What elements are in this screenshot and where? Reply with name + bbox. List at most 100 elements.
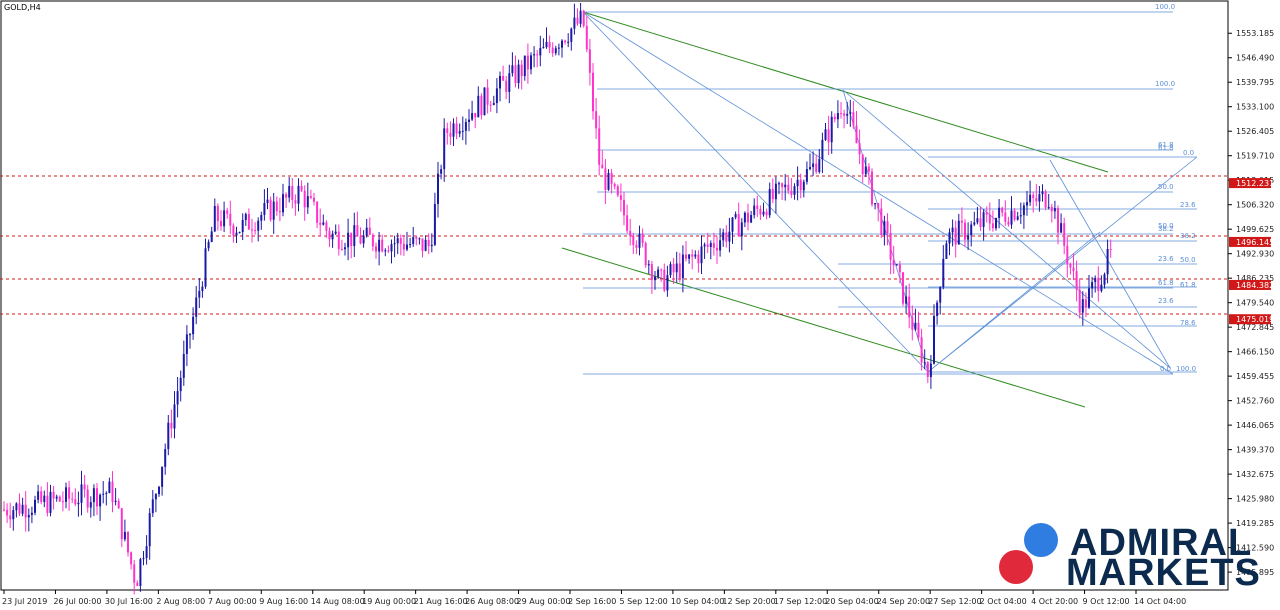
bear-candle[interactable] [629, 230, 632, 236]
bear-candle[interactable] [1035, 198, 1038, 202]
bull-candle[interactable] [570, 28, 573, 42]
bear-candle[interactable] [685, 254, 687, 259]
bear-candle[interactable] [759, 208, 762, 215]
bear-candle[interactable] [1050, 206, 1053, 212]
bull-candle[interactable] [1081, 299, 1084, 313]
bear-candle[interactable] [71, 498, 74, 500]
bear-candle[interactable] [536, 54, 539, 56]
bear-candle[interactable] [3, 509, 5, 511]
bull-candle[interactable] [213, 206, 216, 232]
bull-candle[interactable] [1094, 277, 1097, 283]
bear-candle[interactable] [867, 166, 870, 172]
bull-candle[interactable] [951, 227, 954, 233]
bull-candle[interactable] [762, 211, 765, 215]
bull-candle[interactable] [666, 275, 669, 291]
bull-candle[interactable] [688, 254, 691, 259]
bull-candle[interactable] [561, 40, 563, 48]
bear-candle[interactable] [790, 190, 793, 195]
bull-candle[interactable] [468, 119, 470, 122]
bull-candle[interactable] [21, 504, 24, 514]
bear-candle[interactable] [619, 195, 622, 200]
bear-candle[interactable] [626, 215, 629, 231]
bull-candle[interactable] [957, 220, 960, 245]
bear-candle[interactable] [926, 362, 929, 377]
bear-candle[interactable] [644, 243, 647, 266]
bull-candle[interactable] [818, 159, 821, 172]
bull-candle[interactable] [998, 207, 1001, 218]
bull-candle[interactable] [793, 186, 796, 195]
bull-candle[interactable] [365, 227, 368, 236]
bear-candle[interactable] [1032, 194, 1035, 199]
bear-candle[interactable] [96, 488, 98, 507]
bear-candle[interactable] [127, 531, 129, 553]
bear-candle[interactable] [858, 143, 861, 155]
bear-candle[interactable] [610, 172, 613, 184]
bull-candle[interactable] [740, 222, 743, 237]
bull-candle[interactable] [970, 224, 973, 236]
bull-candle[interactable] [967, 235, 970, 240]
bull-candle[interactable] [539, 47, 542, 56]
bull-candle[interactable] [80, 484, 83, 503]
bull-candle[interactable] [139, 559, 142, 586]
bull-candle[interactable] [288, 185, 291, 198]
bull-candle[interactable] [306, 196, 309, 208]
bear-candle[interactable] [855, 125, 858, 144]
bear-candle[interactable] [815, 163, 818, 172]
bull-candle[interactable] [272, 201, 275, 220]
bull-candle[interactable] [647, 264, 650, 266]
bull-candle[interactable] [158, 486, 160, 495]
bear-candle[interactable] [889, 232, 892, 260]
bear-candle[interactable] [319, 222, 322, 225]
bull-candle[interactable] [809, 167, 811, 170]
bear-candle[interactable] [697, 254, 700, 264]
bear-candle[interactable] [771, 189, 774, 200]
bear-candle[interactable] [18, 503, 21, 514]
bull-candle[interactable] [195, 297, 198, 317]
bear-candle[interactable] [564, 40, 567, 43]
bull-candle[interactable] [390, 244, 393, 252]
bear-candle[interactable] [381, 239, 384, 252]
bear-candle[interactable] [954, 227, 957, 245]
bear-candle[interactable] [254, 230, 257, 232]
bull-candle[interactable] [260, 215, 263, 221]
bull-candle[interactable] [55, 496, 58, 499]
bull-candle[interactable] [201, 286, 204, 291]
bear-candle[interactable] [1063, 223, 1066, 246]
bull-candle[interactable] [198, 290, 201, 298]
bear-candle[interactable] [117, 500, 120, 509]
bear-candle[interactable] [660, 269, 663, 271]
bear-candle[interactable] [170, 422, 173, 429]
bull-candle[interactable] [700, 246, 703, 264]
bull-candle[interactable] [573, 17, 576, 29]
bear-candle[interactable] [480, 95, 483, 116]
bull-candle[interactable] [681, 254, 684, 279]
bear-candle[interactable] [871, 171, 873, 205]
bear-candle[interactable] [502, 75, 505, 81]
bull-candle[interactable] [731, 217, 734, 232]
bear-candle[interactable] [120, 508, 123, 540]
bull-candle[interactable] [768, 189, 771, 216]
bear-candle[interactable] [861, 154, 864, 175]
bull-candle[interactable] [1047, 206, 1050, 208]
bear-candle[interactable] [371, 234, 374, 247]
bear-candle[interactable] [706, 244, 709, 247]
bear-candle[interactable] [1044, 191, 1047, 208]
bull-candle[interactable] [161, 466, 164, 487]
bear-candle[interactable] [313, 197, 315, 202]
bull-candle[interactable] [874, 203, 877, 205]
bear-candle[interactable] [1007, 221, 1010, 225]
bear-candle[interactable] [232, 225, 235, 236]
bull-candle[interactable] [753, 205, 756, 216]
bear-candle[interactable] [613, 183, 616, 187]
bear-candle[interactable] [337, 231, 340, 249]
bear-candle[interactable] [917, 322, 920, 338]
bull-candle[interactable] [238, 231, 241, 233]
bull-candle[interactable] [542, 47, 545, 49]
bull-candle[interactable] [554, 48, 557, 54]
bear-candle[interactable] [1004, 212, 1007, 222]
bear-candle[interactable] [133, 564, 136, 583]
bear-candle[interactable] [716, 247, 718, 251]
bear-candle[interactable] [1069, 264, 1072, 268]
bear-candle[interactable] [960, 220, 963, 223]
bull-candle[interactable] [412, 237, 415, 245]
